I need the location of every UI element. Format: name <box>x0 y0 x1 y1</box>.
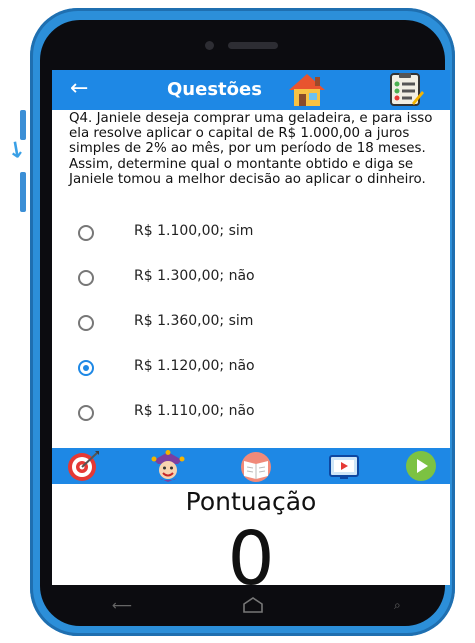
radio-button[interactable] <box>78 270 94 286</box>
front-camera <box>205 41 214 50</box>
answer-option[interactable]: R$ 1.100,00; sim <box>52 218 450 248</box>
answer-label: R$ 1.100,00; sim <box>134 223 254 239</box>
page-title: Questões <box>167 79 262 100</box>
score-value: 0 <box>227 516 275 585</box>
target-icon[interactable] <box>66 450 100 486</box>
answer-label: R$ 1.300,00; não <box>134 268 255 284</box>
answer-option[interactable]: R$ 1.110,00; não <box>52 398 450 428</box>
answer-label: R$ 1.360,00; sim <box>134 313 254 329</box>
answer-option[interactable]: R$ 1.300,00; não <box>52 263 450 293</box>
app-bar: ← Questões <box>52 70 450 110</box>
question-text: Q4. Janiele deseja comprar uma geladeira… <box>69 111 433 187</box>
checklist-icon[interactable] <box>388 73 424 111</box>
score-label: Pontuação <box>185 487 317 516</box>
video-icon[interactable] <box>326 450 362 486</box>
play-icon[interactable] <box>404 450 438 486</box>
radio-button[interactable] <box>78 225 94 241</box>
nav-search-icon[interactable]: ⌕ <box>394 598 401 613</box>
answer-option[interactable]: R$ 1.360,00; sim <box>52 308 450 338</box>
nav-back-icon[interactable]: ⟵ <box>112 598 132 614</box>
jester-icon[interactable] <box>150 450 186 486</box>
answer-option-selected[interactable]: R$ 1.120,00; não <box>52 353 450 383</box>
arrow-left-icon[interactable]: ← <box>70 76 88 101</box>
app-screen: ← Questões Q4. Janiele deseja comprar um… <box>52 70 450 585</box>
radio-button[interactable] <box>78 405 94 421</box>
action-toolbar <box>52 448 450 484</box>
android-nav-bar: ⟵ ⌕ <box>52 586 450 626</box>
answer-label: R$ 1.110,00; não <box>134 403 255 419</box>
speaker-grille <box>228 42 278 49</box>
side-button <box>20 172 26 212</box>
home-icon[interactable] <box>287 72 327 112</box>
pointer-arrow-icon: ↘ <box>0 134 30 167</box>
answer-label: R$ 1.120,00; não <box>134 358 255 374</box>
radio-button[interactable] <box>78 315 94 331</box>
nav-home-icon[interactable] <box>242 596 264 618</box>
volume-button <box>20 110 26 140</box>
book-icon[interactable] <box>238 450 274 486</box>
radio-button-checked[interactable] <box>78 360 94 376</box>
